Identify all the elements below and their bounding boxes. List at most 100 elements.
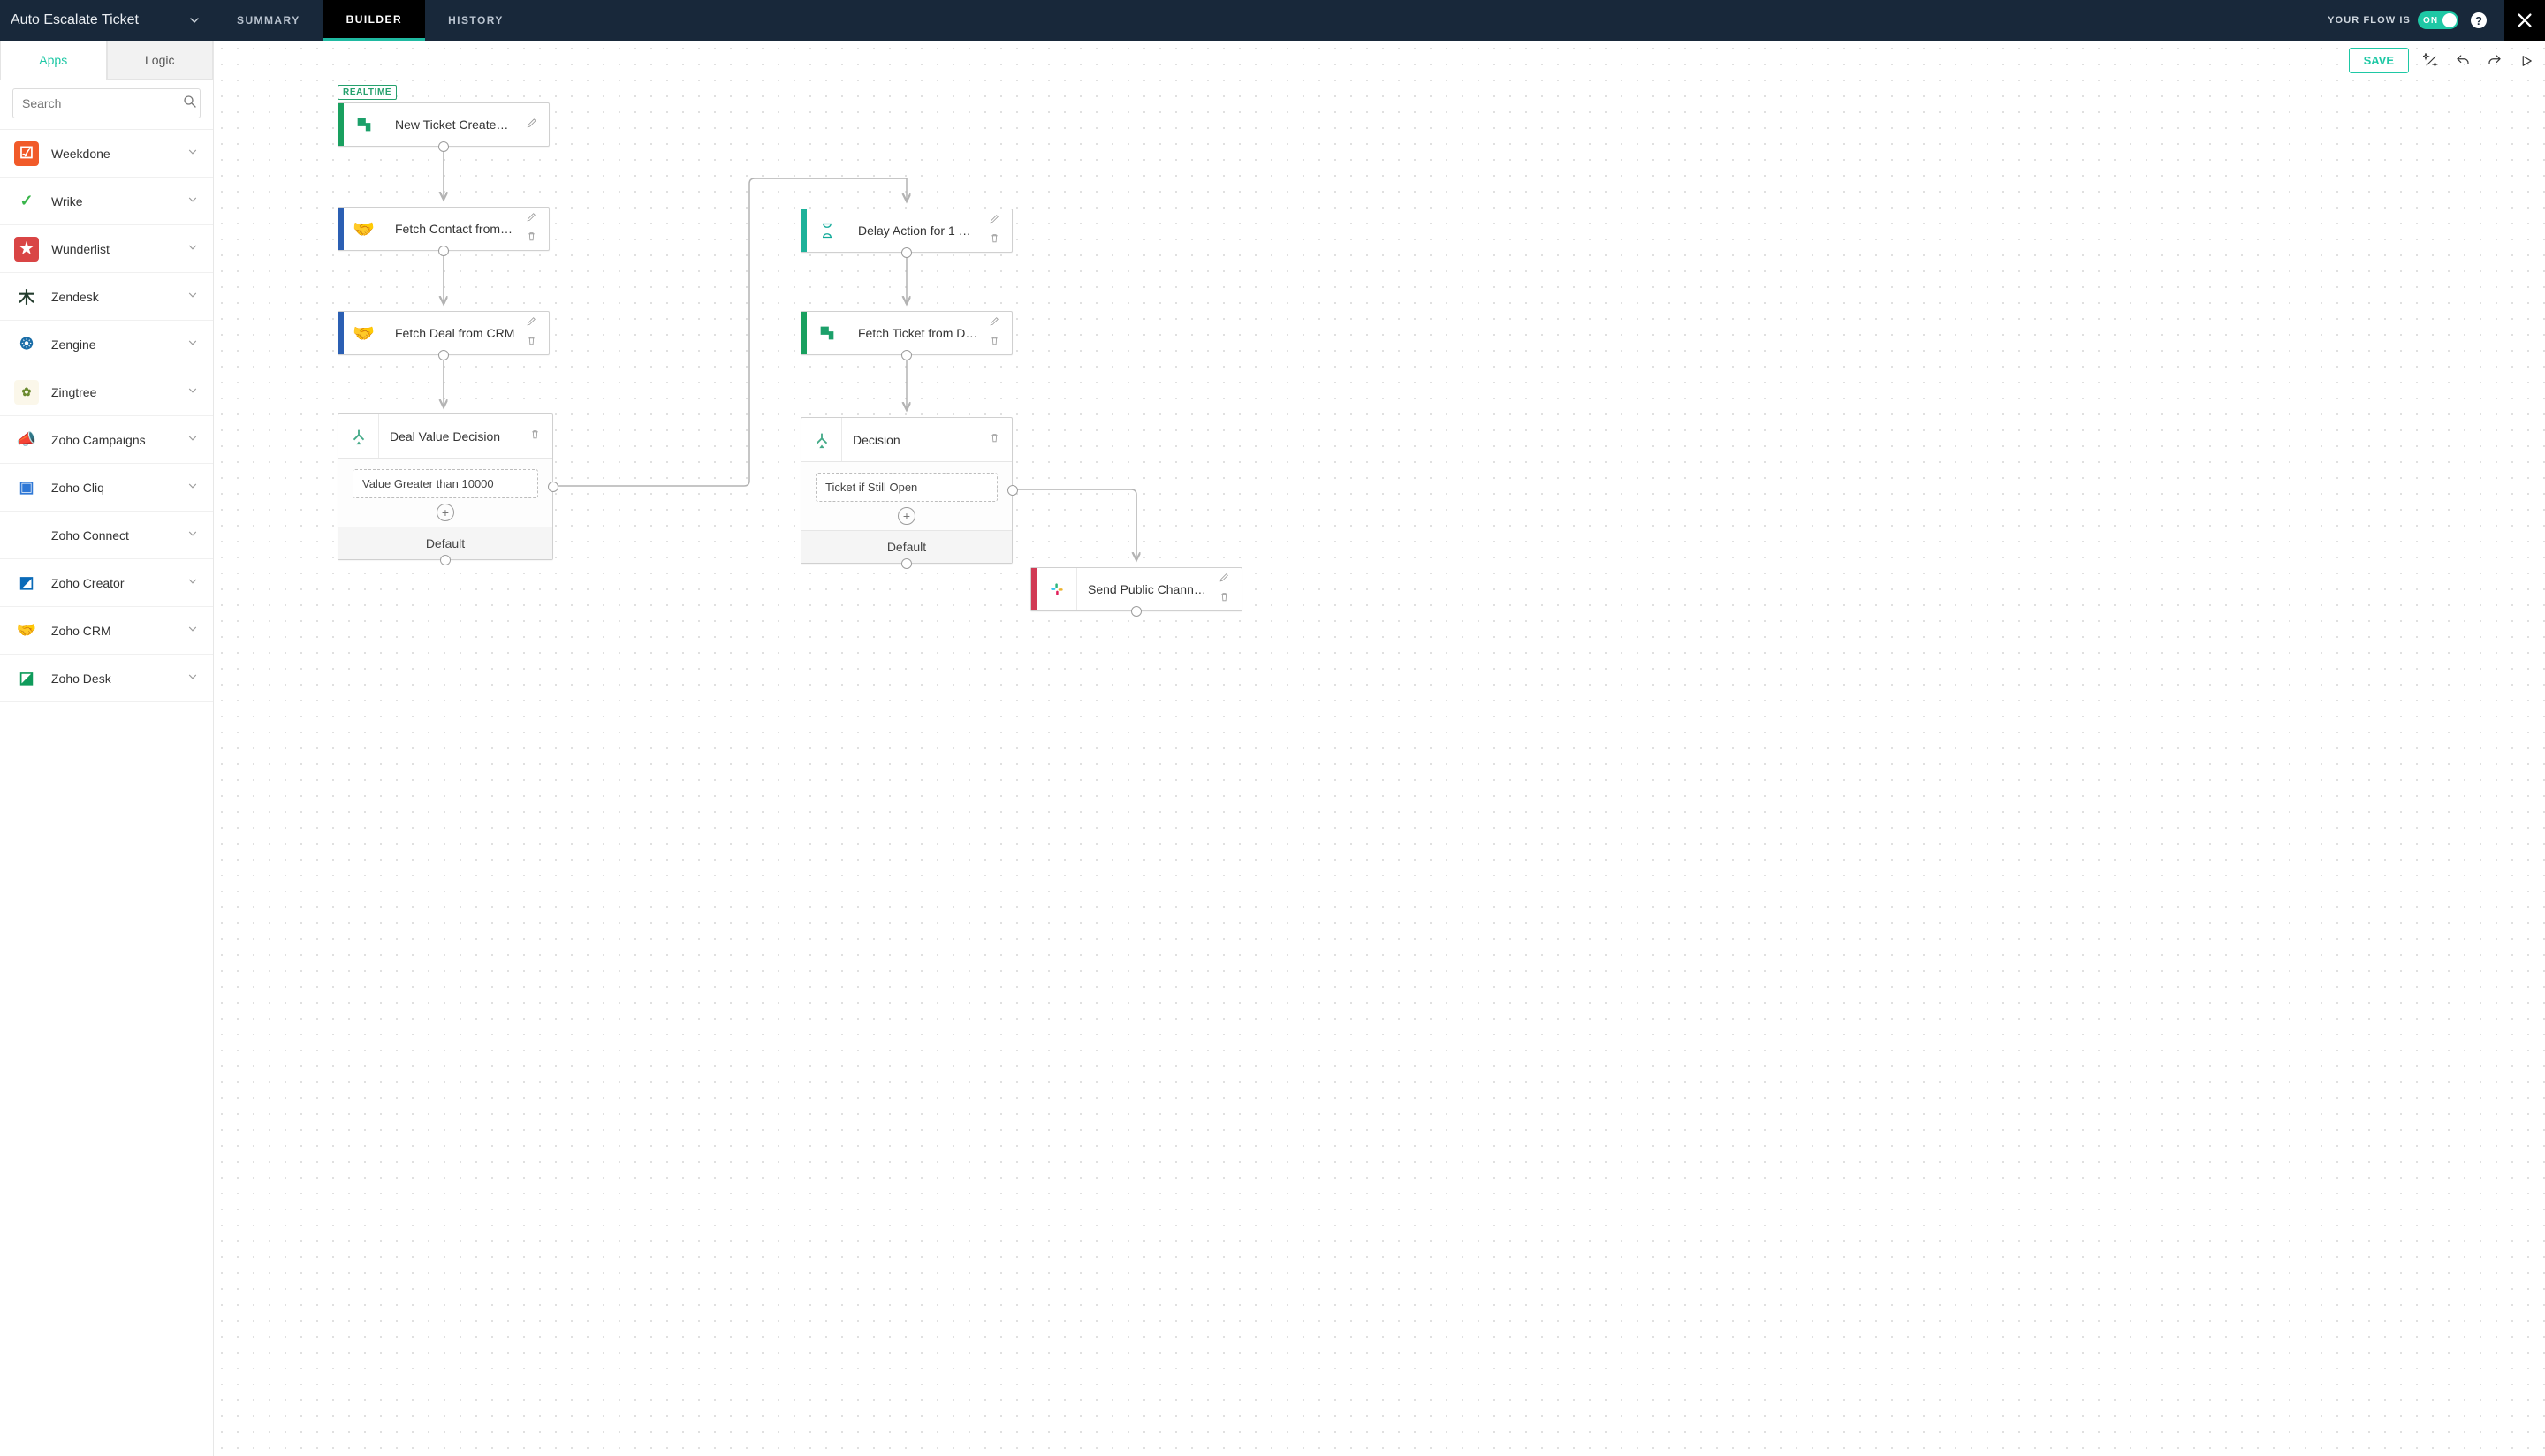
node-actions	[1219, 572, 1242, 607]
port-bottom[interactable]	[901, 350, 912, 360]
app-item[interactable]: ✿Zingtree	[0, 368, 213, 416]
port-bottom[interactable]	[901, 558, 912, 569]
app-icon: ⽊	[14, 284, 39, 309]
app-item[interactable]: ★Wunderlist	[0, 225, 213, 273]
chevron-down-icon	[186, 527, 199, 542]
chevron-down-icon	[186, 432, 199, 447]
app-icon: ◩	[14, 571, 39, 595]
app-icon: 🤝	[14, 618, 39, 643]
tab-summary[interactable]: SUMMARY	[214, 0, 323, 41]
help-button[interactable]: ?	[2471, 12, 2487, 28]
add-condition-button[interactable]: +	[898, 507, 915, 525]
close-button[interactable]	[2504, 0, 2545, 41]
sidebar-tab-logic[interactable]: Logic	[107, 41, 214, 80]
timer-icon	[807, 209, 847, 252]
app-item[interactable]: ✓Wrike	[0, 178, 213, 225]
flow-toggle-label: ON	[2423, 16, 2438, 26]
app-item[interactable]: ◪Zoho Desk	[0, 655, 213, 702]
port-bottom[interactable]	[901, 247, 912, 258]
node-fetch-deal[interactable]: 🤝 Fetch Deal from CRM	[338, 311, 550, 355]
chevron-down-icon	[186, 241, 199, 256]
app-name: Zoho CRM	[51, 624, 111, 638]
app-name: Zingtree	[51, 385, 96, 399]
trash-icon[interactable]	[989, 232, 1007, 248]
port-bottom[interactable]	[438, 350, 449, 360]
node-label: Decision	[842, 433, 989, 447]
flow-toggle[interactable]: ON	[2418, 11, 2458, 29]
undo-icon[interactable]	[2453, 51, 2473, 71]
node-actions	[526, 117, 549, 133]
port-condition[interactable]	[1007, 485, 1018, 496]
app-item[interactable]: ❂Zengine	[0, 321, 213, 368]
condition[interactable]: Ticket if Still Open	[816, 473, 998, 502]
trash-icon[interactable]	[989, 432, 1007, 448]
port-bottom[interactable]	[438, 246, 449, 256]
node-label: New Ticket Created in ...	[384, 118, 526, 132]
edit-icon[interactable]	[1219, 572, 1236, 588]
desk-icon	[807, 312, 847, 354]
search-input[interactable]	[22, 96, 182, 110]
node-fetch-contact[interactable]: 🤝 Fetch Contact from CRM	[338, 207, 550, 251]
app-item[interactable]: ⽊Zendesk	[0, 273, 213, 321]
node-trigger[interactable]: REALTIME New Ticket Created in ...	[338, 102, 550, 147]
app-item[interactable]: ▣Zoho Cliq	[0, 464, 213, 512]
redo-icon[interactable]	[2485, 51, 2504, 71]
play-icon[interactable]	[2517, 51, 2536, 71]
app-icon: 📣	[14, 428, 39, 452]
app-icon: ✓	[14, 189, 39, 214]
sidebar-search	[0, 80, 213, 130]
node-delay[interactable]: Delay Action for 1 Minute	[801, 209, 1013, 253]
save-button[interactable]: SAVE	[2349, 48, 2409, 73]
flow-title-dropdown[interactable]: Auto Escalate Ticket	[0, 0, 214, 41]
node-deal-decision[interactable]: Deal Value Decision Value Greater than 1…	[338, 413, 553, 560]
chevron-down-icon	[186, 623, 199, 638]
flow-status-label: YOUR FLOW IS	[2328, 15, 2411, 26]
app-name: Zoho Desk	[51, 671, 111, 686]
add-condition-button[interactable]: +	[437, 504, 454, 521]
app-item[interactable]: ◩ Zoho Creator	[0, 559, 213, 607]
trash-icon[interactable]	[1219, 591, 1236, 607]
chevron-down-icon	[186, 575, 199, 590]
condition[interactable]: Value Greater than 10000	[353, 469, 538, 498]
node-actions	[989, 213, 1012, 248]
sidebar: Apps Logic ☑Weekdone✓Wrike★Wunderlist⽊Ze…	[0, 41, 214, 1456]
chevron-down-icon	[186, 337, 199, 352]
app-item[interactable]: 🤝 Zoho CRM	[0, 607, 213, 655]
canvas[interactable]: REALTIME New Ticket Created in ... 🤝 Fet…	[214, 41, 2545, 1456]
node-label: Deal Value Decision	[379, 429, 529, 444]
search-box[interactable]	[12, 88, 201, 118]
port-bottom[interactable]	[438, 141, 449, 152]
app-name: Wunderlist	[51, 242, 110, 256]
app-icon: ☑	[14, 141, 39, 166]
node-decision[interactable]: Decision Ticket if Still Open + Default	[801, 417, 1013, 564]
port-bottom[interactable]	[1131, 606, 1142, 617]
edit-icon[interactable]	[989, 213, 1007, 229]
node-slack[interactable]: Send Public Channel M...	[1030, 567, 1242, 611]
app-name: Zoho Creator	[51, 576, 124, 590]
trash-icon[interactable]	[526, 335, 543, 351]
top-bar: Auto Escalate Ticket SUMMARY BUILDER HIS…	[0, 0, 2545, 41]
tab-history[interactable]: HISTORY	[425, 0, 527, 41]
app-icon: ❂	[14, 332, 39, 357]
app-item[interactable]: ⚭Zoho Connect	[0, 512, 213, 559]
magic-wand-icon[interactable]	[2421, 51, 2441, 71]
port-bottom[interactable]	[440, 555, 451, 565]
edit-icon[interactable]	[526, 117, 543, 133]
node-fetch-ticket[interactable]: Fetch Ticket from Desk	[801, 311, 1013, 355]
app-item[interactable]: 📣Zoho Campaigns	[0, 416, 213, 464]
edit-icon[interactable]	[989, 315, 1007, 331]
app-item[interactable]: ☑Weekdone	[0, 130, 213, 178]
chevron-down-icon	[187, 13, 201, 27]
trash-icon[interactable]	[526, 231, 543, 246]
edit-icon[interactable]	[526, 211, 543, 227]
top-nav: SUMMARY BUILDER HISTORY	[214, 0, 527, 41]
node-label: Fetch Contact from CRM	[384, 222, 526, 236]
trash-icon[interactable]	[989, 335, 1007, 351]
edit-icon[interactable]	[526, 315, 543, 331]
sidebar-tab-apps[interactable]: Apps	[0, 41, 107, 80]
tab-builder[interactable]: BUILDER	[323, 0, 425, 41]
port-condition[interactable]	[548, 482, 558, 492]
app-list[interactable]: ☑Weekdone✓Wrike★Wunderlist⽊Zendesk❂Zengi…	[0, 130, 213, 1456]
trash-icon[interactable]	[529, 428, 547, 444]
decision-icon	[801, 418, 842, 461]
